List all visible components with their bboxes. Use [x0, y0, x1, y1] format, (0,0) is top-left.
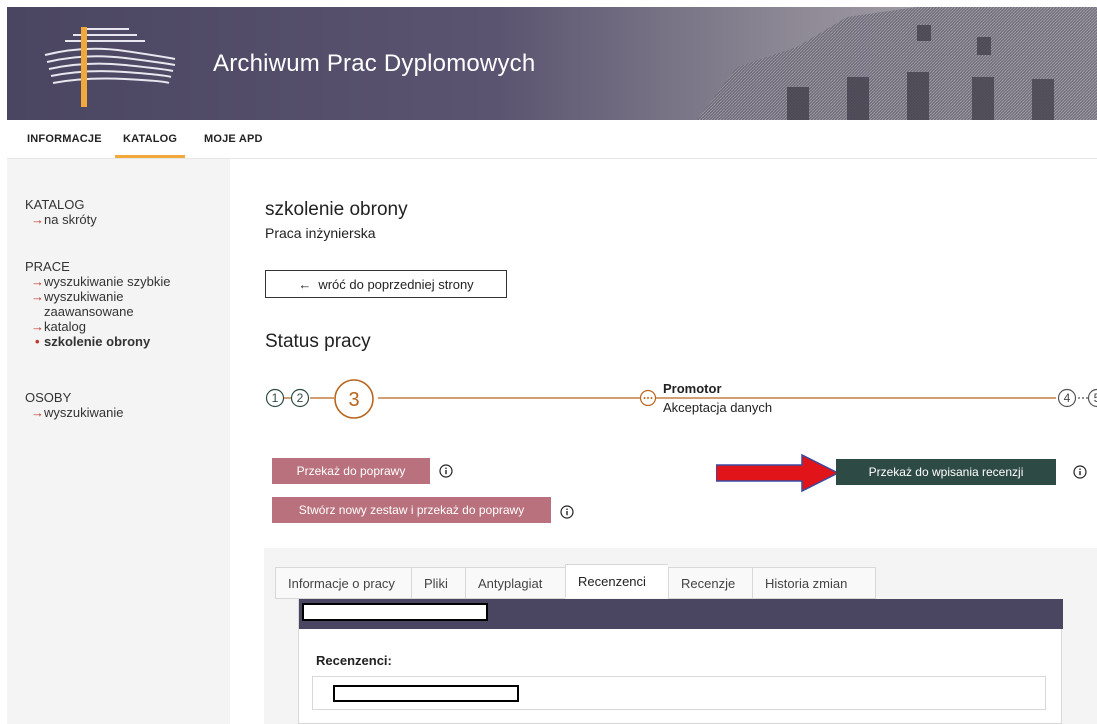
sidebar-link-label: wyszukiwanie [44, 405, 124, 420]
back-button[interactable]: ← wróć do poprzedniej strony [265, 270, 507, 298]
sidebar-heading-osoby[interactable]: OSOBY [25, 390, 123, 405]
sidebar-link-label: na skróty [44, 212, 97, 227]
bullet-icon: • [35, 334, 40, 349]
sidebar-link-label: wyszukiwanie zaawansowane [44, 289, 134, 319]
step-1-number: 1 [272, 391, 279, 405]
new-set-and-return-button[interactable]: Stwórz nowy zestaw i przekaż do poprawy [272, 497, 551, 523]
step-3-number: 3 [348, 389, 359, 411]
sidebar-section-katalog: KATALOG → na skróty [25, 197, 97, 227]
redacted-block [333, 685, 519, 702]
sidebar-heading-katalog[interactable]: KATALOG [25, 197, 97, 212]
sidebar-section-osoby: OSOBY → wyszukiwanie [25, 390, 123, 420]
sidebar-link-wyszukiwanie-szybkie[interactable]: → wyszukiwanie szybkie [25, 274, 215, 289]
sidebar-link-label: szkolenie obrony [44, 334, 151, 349]
send-for-review-button[interactable]: Przekaż do wpisania recenzji [836, 459, 1056, 485]
step-2-circle[interactable]: 2 [290, 388, 310, 408]
arrow-left-icon: ← [298, 276, 312, 292]
arrow-right-icon: → [31, 274, 44, 289]
sidebar-link-label: katalog [44, 319, 86, 334]
reviewers-field[interactable] [312, 676, 1046, 710]
tab-pliki[interactable]: Pliki [411, 567, 465, 599]
main-content: szkolenie obrony Praca inżynierska ← wró… [230, 159, 1097, 724]
sidebar: KATALOG → na skróty PRACE → wyszukiwanie… [7, 159, 230, 724]
work-type: Praca inżynierska [265, 225, 376, 241]
site-header: Archiwum Prac Dyplomowych [7, 7, 1097, 120]
step-4-circle[interactable]: 4 [1057, 388, 1077, 408]
sidebar-heading-prace[interactable]: PRACE [25, 259, 215, 274]
site-title[interactable]: Archiwum Prac Dyplomowych [213, 50, 535, 78]
info-icon[interactable] [1073, 465, 1087, 479]
step-3-circle-current[interactable]: 3 [333, 378, 375, 420]
sidebar-link-szkolenie-obrony[interactable]: • szkolenie obrony [25, 334, 215, 349]
sidebar-link-label: wyszukiwanie szybkie [44, 274, 171, 289]
sidebar-link-na-skroty[interactable]: → na skróty [25, 212, 97, 227]
reviewers-card: Recenzenci: [298, 599, 1063, 724]
tab-recenzje[interactable]: Recenzje [668, 567, 752, 599]
sidebar-link-katalog[interactable]: → katalog [25, 319, 215, 334]
annotation-arrow-icon [716, 453, 840, 493]
nav-item-moje-apd[interactable]: MOJE APD [204, 133, 263, 145]
current-step-role: Promotor [663, 381, 722, 396]
back-button-label: wróć do poprzedniej strony [318, 276, 474, 292]
top-navigation: INFORMACJE KATALOG MOJE APD [7, 120, 1097, 159]
reviewers-label: Recenzenci: [316, 653, 392, 668]
tab-recenzenci[interactable]: Recenzenci [565, 564, 668, 598]
nav-item-informacje[interactable]: INFORMACJE [27, 133, 102, 145]
arrow-right-icon: → [31, 212, 44, 227]
return-for-correction-button[interactable]: Przekaż do poprawy [272, 458, 430, 484]
status-title: Status pracy [265, 331, 371, 352]
info-icon[interactable] [560, 505, 574, 519]
step-5-number: 5 [1094, 391, 1097, 405]
nav-item-katalog[interactable]: KATALOG [114, 133, 186, 158]
substep-pending-icon[interactable] [639, 389, 657, 407]
tab-informacje-o-pracy[interactable]: Informacje o pracy [275, 567, 411, 599]
status-stepper: 1 2 3 4 5 Promotor Akceptacja danych [260, 373, 1097, 423]
library-logo-icon[interactable] [25, 21, 185, 107]
step-2-number: 2 [297, 391, 304, 405]
tab-antyplagiat[interactable]: Antyplagiat [465, 567, 565, 599]
details-tabs: Informacje o pracy Pliki Antyplagiat Rec… [275, 564, 876, 599]
reviewers-card-header [299, 599, 1063, 629]
sidebar-link-wyszukiwanie[interactable]: → wyszukiwanie [25, 405, 123, 420]
step-4-number: 4 [1064, 391, 1071, 405]
arrow-right-icon: → [31, 289, 44, 304]
building-banner-image [697, 7, 1097, 120]
step-5-circle[interactable]: 5 [1087, 388, 1097, 408]
tab-historia-zmian[interactable]: Historia zmian [752, 567, 876, 599]
step-1-circle[interactable]: 1 [265, 388, 285, 408]
sidebar-link-wyszukiwanie-zaawansowane[interactable]: → wyszukiwanie zaawansowane [25, 289, 155, 319]
redacted-block [302, 603, 488, 621]
arrow-right-icon: → [31, 319, 44, 334]
info-icon[interactable] [439, 464, 453, 478]
current-step-action: Akceptacja danych [663, 400, 773, 415]
arrow-right-icon: → [31, 405, 44, 420]
work-title: szkolenie obrony [265, 199, 408, 220]
sidebar-section-prace: PRACE → wyszukiwanie szybkie → wyszukiwa… [25, 259, 215, 349]
